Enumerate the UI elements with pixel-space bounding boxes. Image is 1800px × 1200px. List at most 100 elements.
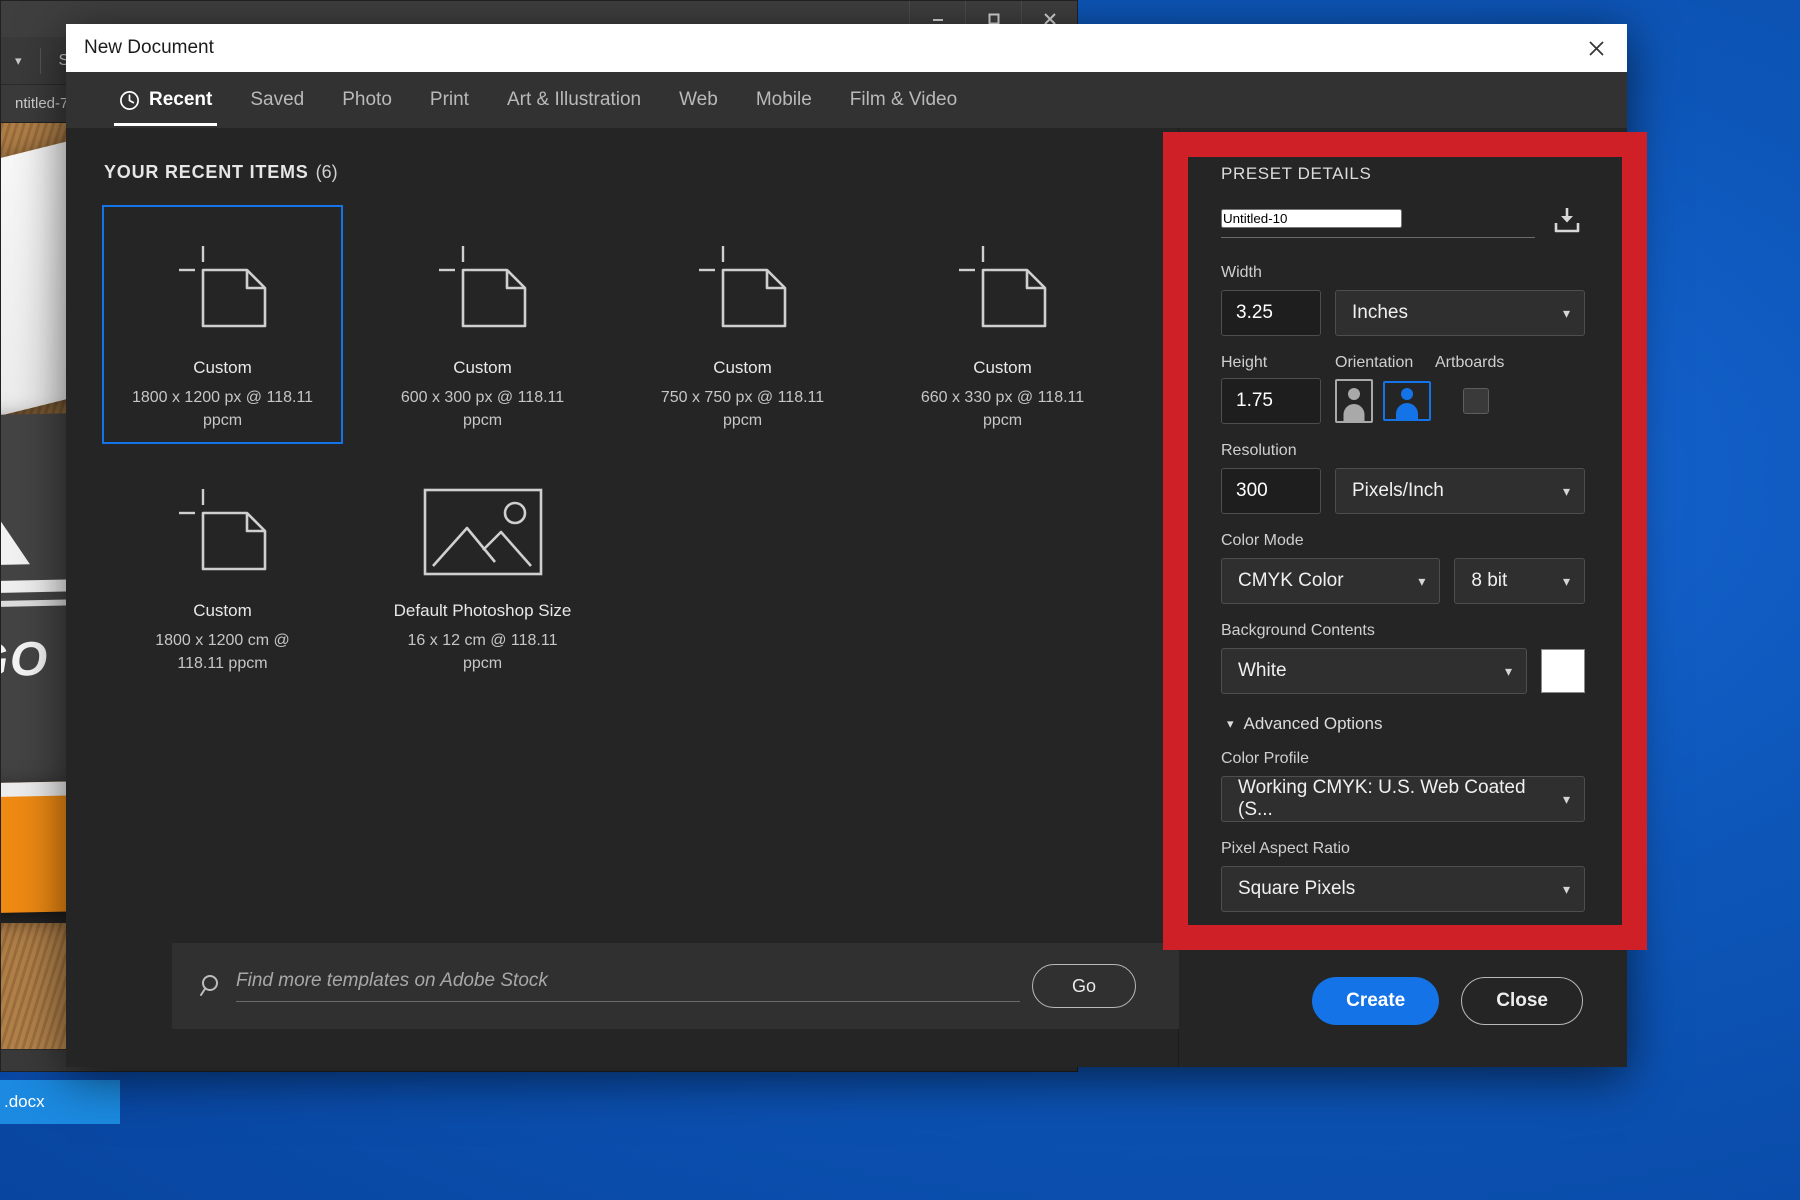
tab-photo[interactable]: Photo — [323, 72, 411, 128]
width-unit-value: Inches — [1352, 302, 1408, 323]
width-unit-select[interactable]: Inches ▾ — [1335, 290, 1585, 336]
new-document-dialog: New Document Recent Saved Photo Print Ar… — [66, 24, 1627, 1067]
recent-item-card-6[interactable]: Default Photoshop Size 16 x 12 cm @ 118.… — [362, 448, 603, 687]
recent-item-card-2[interactable]: Custom 600 x 300 px @ 118.11 ppcm — [362, 205, 603, 444]
resolution-row: Pixels/Inch ▾ — [1221, 468, 1585, 514]
document-icon — [624, 221, 861, 358]
width-input[interactable] — [1221, 290, 1321, 336]
document-icon — [104, 221, 341, 358]
close-button-label: Close — [1496, 990, 1548, 1011]
tab-recent[interactable]: Recent — [100, 72, 231, 128]
landscape-orientation-icon[interactable] — [1383, 381, 1431, 421]
adobe-stock-search-strip: Go — [172, 943, 1206, 1029]
document-icon — [364, 221, 601, 358]
dialog-title-text: New Document — [84, 37, 214, 58]
background-contents-value: White — [1238, 660, 1287, 681]
preset-details-pane: PRESET DETAILS Width Inches — [1179, 128, 1627, 1067]
save-preset-icon[interactable] — [1551, 204, 1585, 238]
taskbar-item-docx[interactable]: .docx — [0, 1080, 120, 1124]
color-profile-select[interactable]: Working CMYK: U.S. Web Coated (S... ▾ — [1221, 776, 1585, 822]
tab-web[interactable]: Web — [660, 72, 737, 128]
go-button-label: Go — [1071, 975, 1096, 996]
color-mode-row: CMYK Color ▾ 8 bit ▾ — [1221, 558, 1585, 604]
resolution-unit-value: Pixels/Inch — [1352, 480, 1444, 501]
height-orientation-labels-row: Height Orientation Artboards — [1221, 354, 1585, 372]
resolution-input[interactable] — [1221, 468, 1321, 514]
tab-print[interactable]: Print — [411, 72, 488, 128]
tab-saved-label: Saved — [250, 89, 305, 110]
color-mode-select[interactable]: CMYK Color ▾ — [1221, 558, 1441, 604]
recent-item-card-4[interactable]: Custom 660 x 330 px @ 118.11 ppcm — [882, 205, 1123, 444]
document-name-input[interactable] — [1221, 209, 1402, 228]
pixel-aspect-ratio-select[interactable]: Square Pixels ▾ — [1221, 866, 1585, 912]
height-input[interactable] — [1221, 378, 1321, 424]
tab-mobile-label: Mobile — [755, 89, 812, 110]
recent-item-name: Custom — [713, 357, 772, 377]
bit-depth-select[interactable]: 8 bit ▾ — [1454, 558, 1585, 604]
chevron-down-icon: ▾ — [1227, 716, 1234, 731]
orientation-label: Orientation — [1335, 354, 1414, 371]
image-icon — [364, 464, 601, 601]
chevron-down-icon: ▾ — [1562, 304, 1570, 321]
tab-saved[interactable]: Saved — [231, 72, 323, 128]
go-button[interactable]: Go — [1032, 964, 1136, 1008]
close-button[interactable]: Close — [1461, 977, 1583, 1025]
resolution-label: Resolution — [1221, 442, 1297, 459]
recent-item-card-1[interactable]: Custom 1800 x 1200 px @ 118.11 ppcm — [102, 205, 343, 444]
dialog-footer-buttons: Create Close — [1312, 977, 1583, 1025]
color-profile-row: Working CMYK: U.S. Web Coated (S... ▾ — [1221, 776, 1585, 822]
recent-item-name: Custom — [973, 357, 1032, 377]
portrait-orientation-icon[interactable] — [1335, 379, 1373, 423]
background-color-swatch[interactable] — [1541, 649, 1585, 693]
resolution-unit-select[interactable]: Pixels/Inch ▾ — [1335, 468, 1585, 514]
color-mode-value: CMYK Color — [1238, 570, 1344, 591]
tab-recent-label: Recent — [149, 89, 213, 110]
tab-film-video[interactable]: Film & Video — [831, 72, 976, 128]
recent-item-dimensions: 750 x 750 px @ 118.11 ppcm — [660, 388, 825, 429]
bit-depth-value: 8 bit — [1471, 570, 1508, 591]
create-button[interactable]: Create — [1312, 977, 1440, 1025]
recent-item-card-3[interactable]: Custom 750 x 750 px @ 118.11 ppcm — [622, 205, 863, 444]
tab-art-illustration-label: Art & Illustration — [506, 89, 642, 110]
pixel-aspect-ratio-value: Square Pixels — [1238, 878, 1356, 899]
width-row: Inches ▾ — [1221, 290, 1585, 336]
color-mode-label: Color Mode — [1221, 532, 1304, 549]
tab-photo-label: Photo — [342, 89, 392, 110]
tab-mobile[interactable]: Mobile — [737, 72, 831, 128]
recent-items-grid: Custom 1800 x 1200 px @ 118.11 ppcm Cust… — [66, 183, 1178, 687]
document-tab-label: ntitled-7 — [15, 95, 69, 112]
recent-item-dimensions: 1800 x 1200 px @ 118.11 ppcm — [131, 388, 314, 429]
recent-items-count: (6) — [315, 162, 338, 182]
recent-item-dimensions: 1800 x 1200 cm @ 118.11 ppcm — [155, 631, 290, 672]
document-icon — [884, 221, 1121, 358]
dialog-close-icon[interactable] — [1579, 31, 1613, 65]
advanced-options-toggle[interactable]: ▾ Advanced Options — [1227, 714, 1585, 734]
search-input[interactable] — [236, 970, 1020, 992]
background-contents-row: White ▾ — [1221, 648, 1585, 694]
pixel-aspect-ratio-label: Pixel Aspect Ratio — [1221, 840, 1350, 857]
tab-web-label: Web — [679, 89, 718, 110]
pixel-aspect-ratio-row: Square Pixels ▾ — [1221, 866, 1585, 912]
mockup-logo-text: LOGO — [1, 632, 50, 689]
artboards-checkbox[interactable] — [1463, 388, 1489, 414]
width-label: Width — [1221, 264, 1262, 281]
tab-film-video-label: Film & Video — [849, 89, 958, 110]
artboards-label: Artboards — [1435, 354, 1505, 371]
recent-item-dimensions: 660 x 330 px @ 118.11 ppcm — [920, 388, 1085, 429]
recent-items-pane: YOUR RECENT ITEMS (6) Custom 1800 x 1200 … — [66, 128, 1206, 1067]
search-icon — [198, 972, 232, 1000]
category-tabstrip: Recent Saved Photo Print Art & Illustrat… — [66, 72, 1627, 128]
height-orientation-row — [1221, 378, 1585, 424]
background-contents-select[interactable]: White ▾ — [1221, 648, 1527, 694]
recent-item-dimensions: 16 x 12 cm @ 118.11 ppcm — [407, 631, 558, 672]
preset-details-heading: PRESET DETAILS — [1221, 164, 1372, 183]
color-profile-label: Color Profile — [1221, 750, 1310, 767]
recent-item-card-5[interactable]: Custom 1800 x 1200 cm @ 118.11 ppcm — [102, 448, 343, 687]
recent-item-name: Custom — [453, 357, 512, 377]
taskbar-item-label: .docx — [4, 1092, 45, 1111]
tab-art-illustration[interactable]: Art & Illustration — [488, 72, 660, 128]
chevron-down-icon: ▾ — [1562, 572, 1570, 589]
chevron-down-icon: ▾ — [1562, 880, 1570, 897]
clock-icon — [119, 90, 140, 111]
create-button-label: Create — [1346, 990, 1406, 1011]
